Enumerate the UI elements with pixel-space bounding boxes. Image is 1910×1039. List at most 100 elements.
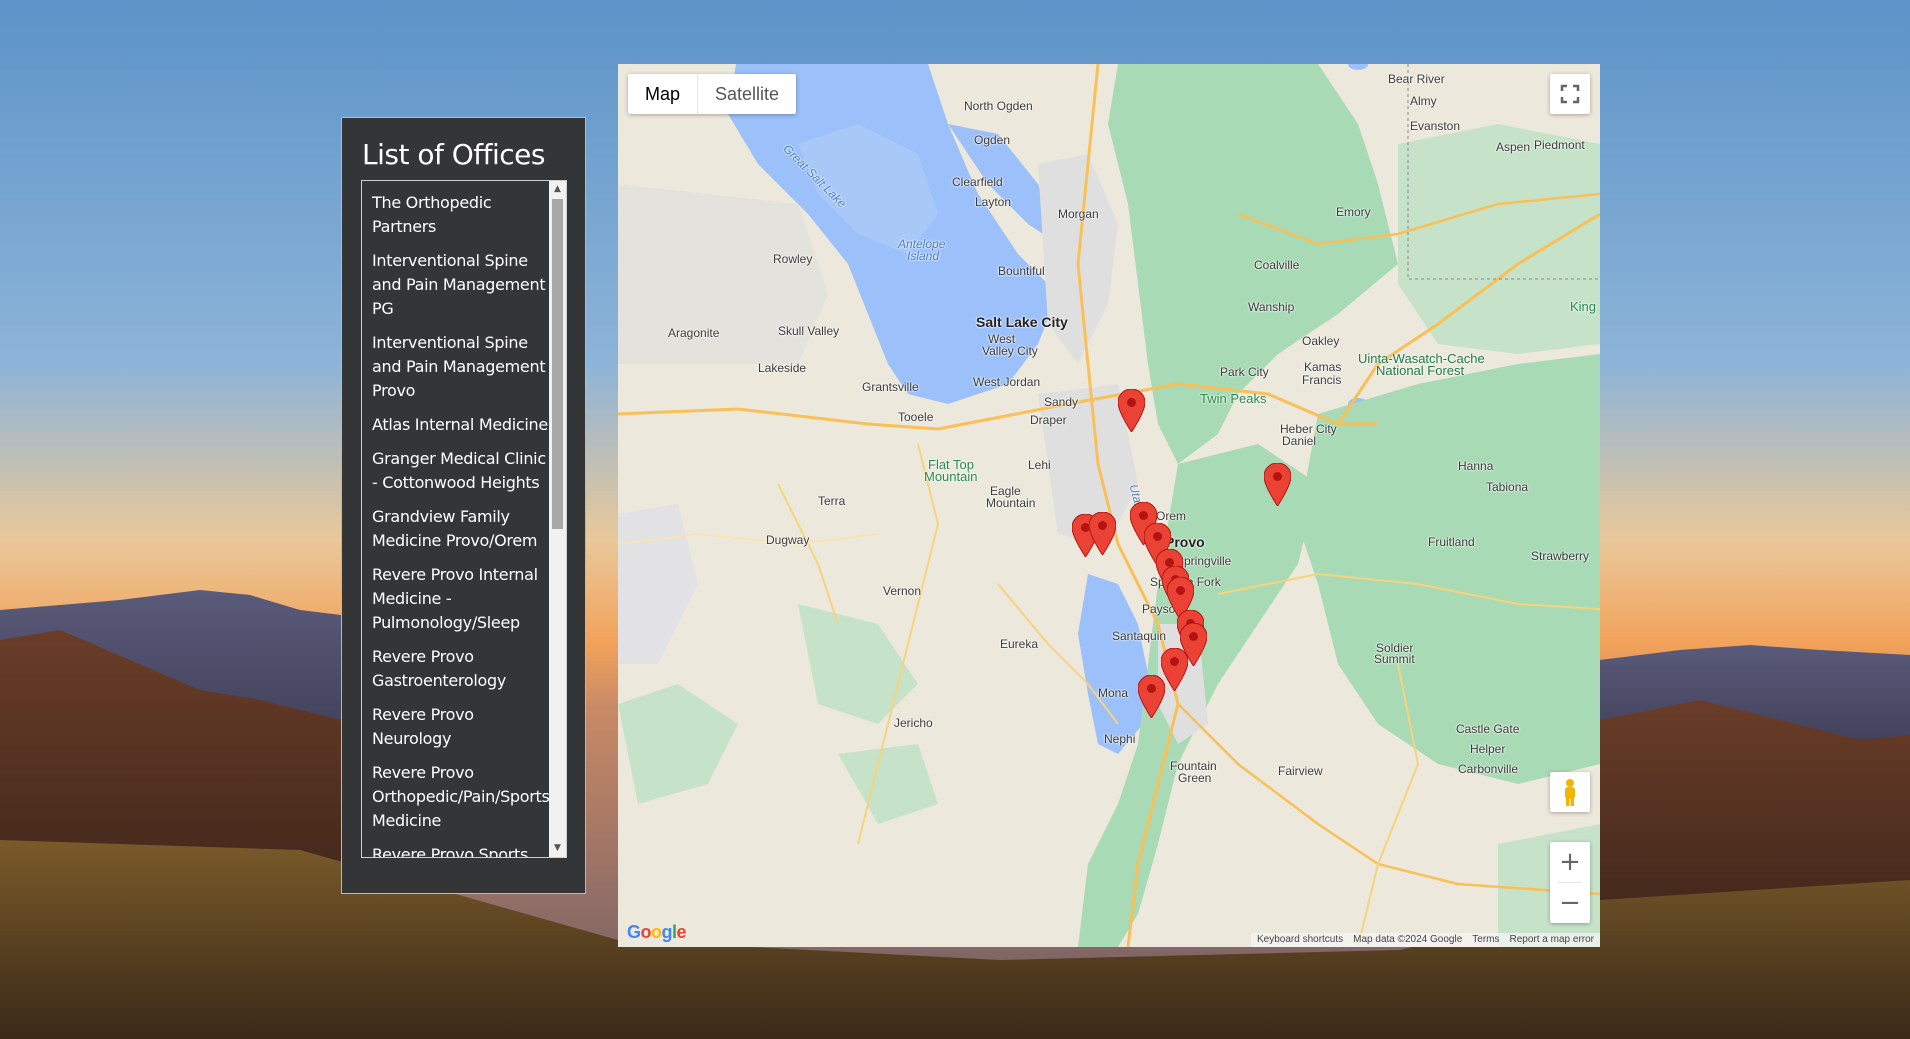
office-location-marker-icon[interactable] (1117, 389, 1145, 432)
place-label-carbonville: Carbonville (1458, 762, 1519, 776)
office-name-line: Interventional Spine (372, 333, 528, 352)
office-list[interactable]: The Orthopedic Partners Interventional Spi… (361, 180, 567, 858)
place-label-fountain-green2: Green (1178, 771, 1212, 785)
office-list-item[interactable]: Revere Provo Orthopedic/Pain/Sports Medici… (372, 761, 550, 833)
place-label-sandy: Sandy (1044, 395, 1079, 409)
keyboard-shortcuts-link[interactable]: Keyboard shortcuts (1257, 933, 1343, 947)
place-label-grantsville: Grantsville (862, 380, 919, 394)
office-name-line: Revere Provo (372, 647, 474, 666)
scroll-up-arrow-icon[interactable]: ▲ (549, 181, 566, 198)
place-label-tooele: Tooele (898, 410, 934, 424)
place-label-fairview: Fairview (1278, 764, 1323, 778)
zoom-out-button[interactable]: − (1550, 883, 1590, 923)
place-label-eagle-mountain2: Mountain (986, 496, 1036, 510)
place-label-strawberry: Strawberry (1531, 549, 1590, 563)
place-label-morgan: Morgan (1058, 207, 1099, 221)
map-canvas (618, 64, 1600, 947)
place-label-park-city: Park City (1220, 365, 1269, 379)
place-label-kamas: Kamas (1304, 360, 1342, 374)
google-logo[interactable]: Google (627, 922, 687, 943)
map-attribution: Keyboard shortcuts Map data ©2024 Google… (1250, 933, 1600, 947)
place-label-terra: Terra (818, 494, 846, 508)
place-label-tabiona: Tabiona (1486, 480, 1529, 494)
place-label-rowley: Rowley (773, 252, 813, 266)
place-label-jericho: Jericho (894, 716, 933, 730)
place-label-emory: Emory (1336, 205, 1371, 219)
office-name-line: Orthopedic/Pain/Sports (372, 787, 550, 806)
place-label-nephi: Nephi (1104, 732, 1136, 746)
place-label-eureka: Eureka (1000, 637, 1039, 651)
office-name-line: Revere Provo (372, 763, 474, 782)
place-label-layton: Layton (975, 195, 1012, 209)
scroll-down-arrow-icon[interactable]: ▼ (549, 840, 566, 857)
map-type-map-button[interactable]: Map (628, 74, 697, 114)
office-list-item[interactable]: Granger Medical Clinic - Cottonwood Heigh… (372, 447, 548, 495)
fullscreen-icon (1560, 84, 1580, 104)
office-list-item[interactable]: Atlas Internal Medicine (372, 413, 548, 437)
place-label-wanship: Wanship (1248, 300, 1295, 314)
fullscreen-button[interactable] (1550, 74, 1590, 114)
place-label-evanston: Evanston (1410, 119, 1461, 133)
map-view[interactable]: Salt Lake City North Ogden Ogden Clearfield… (618, 64, 1600, 947)
office-list-item[interactable]: The Orthopedic Partners (372, 191, 548, 239)
office-location-marker-icon[interactable] (1160, 648, 1188, 691)
office-name-line: PG (372, 299, 394, 318)
office-name-line: Medicine - (372, 589, 452, 608)
office-list-item[interactable]: Interventional Spine and Pain Management P… (372, 331, 548, 403)
office-name-line: Granger Medical Clinic (372, 449, 546, 468)
place-label-soldier2: Summit (1374, 652, 1415, 666)
office-name-line: Atlas Internal Medicine (372, 415, 548, 434)
place-label-aspen: Aspen (1496, 140, 1531, 154)
pegman-icon (1565, 779, 1575, 806)
place-label-castle-gate: Castle Gate (1456, 722, 1520, 736)
office-location-marker-icon[interactable] (1137, 675, 1165, 718)
map-type-control: Map Satellite (628, 74, 797, 114)
scroll-thumb[interactable] (552, 199, 563, 529)
place-label-ogden: Ogden (974, 133, 1011, 147)
panel-title: List of Offices (362, 138, 545, 171)
office-list-item[interactable]: Revere Provo Sports (372, 843, 548, 857)
office-list-item[interactable]: Revere Provo Gastroenterology (372, 645, 548, 693)
office-name-line: Gastroenterology (372, 671, 507, 690)
office-name-line: Interventional Spine (372, 251, 528, 270)
place-label-north-ogden: North Ogden (964, 99, 1033, 113)
place-label-oakley: Oakley (1302, 334, 1340, 348)
place-label-orem: Orem (1156, 509, 1186, 523)
office-name-line: Partners (372, 217, 437, 236)
office-list-item[interactable]: Revere Provo Internal Medicine - Pulmonolo… (372, 563, 548, 635)
office-list-item[interactable]: Revere Provo Neurology (372, 703, 548, 751)
place-label-dugway: Dugway (766, 533, 810, 547)
place-label-lehi: Lehi (1028, 458, 1051, 472)
place-label-flat-top2: Mountain (924, 469, 978, 484)
office-name-line: Pulmonology/Sleep (372, 613, 520, 632)
place-label-santaquin: Santaquin (1112, 629, 1167, 643)
office-list-item[interactable]: Interventional Spine and Pain Management P… (372, 249, 548, 321)
place-label-skull-valley: Skull Valley (778, 324, 840, 338)
zoom-in-button[interactable]: + (1550, 842, 1590, 882)
place-label-twin-peaks: Twin Peaks (1200, 391, 1267, 406)
place-label-bountiful: Bountiful (998, 264, 1045, 278)
place-label-daniel: Daniel (1282, 434, 1317, 448)
map-type-satellite-button[interactable]: Satellite (697, 74, 796, 114)
place-label-provo: Provo (1165, 534, 1205, 550)
place-label-hanna: Hanna (1458, 459, 1494, 473)
office-location-marker-icon[interactable] (1088, 512, 1116, 555)
office-list-scrollbar[interactable]: ▲ ▼ (549, 181, 566, 857)
office-name-line: and Pain Management (372, 275, 546, 294)
map-data-text: Map data ©2024 Google (1353, 934, 1463, 945)
report-map-error-link[interactable]: Report a map error (1510, 933, 1594, 947)
office-location-marker-icon[interactable] (1263, 463, 1291, 506)
office-list-items: The Orthopedic Partners Interventional Spi… (362, 181, 550, 857)
street-view-pegman-button[interactable] (1550, 772, 1590, 812)
place-label-piedmont: Piedmont (1534, 138, 1585, 152)
place-label-vernon: Vernon (883, 584, 922, 598)
place-label-almy: Almy (1410, 94, 1437, 108)
office-name-line: - Cottonwood Heights (372, 473, 540, 492)
place-label-king: King (1570, 299, 1597, 314)
office-list-item[interactable]: Grandview Family Medicine Provo/Orem (372, 505, 548, 553)
terms-link[interactable]: Terms (1472, 933, 1499, 947)
place-label-bear-river: Bear River (1388, 72, 1445, 86)
zoom-control: + − (1550, 842, 1590, 923)
office-name-line: Revere Provo (372, 705, 474, 724)
office-name-line: Medicine (372, 811, 442, 830)
